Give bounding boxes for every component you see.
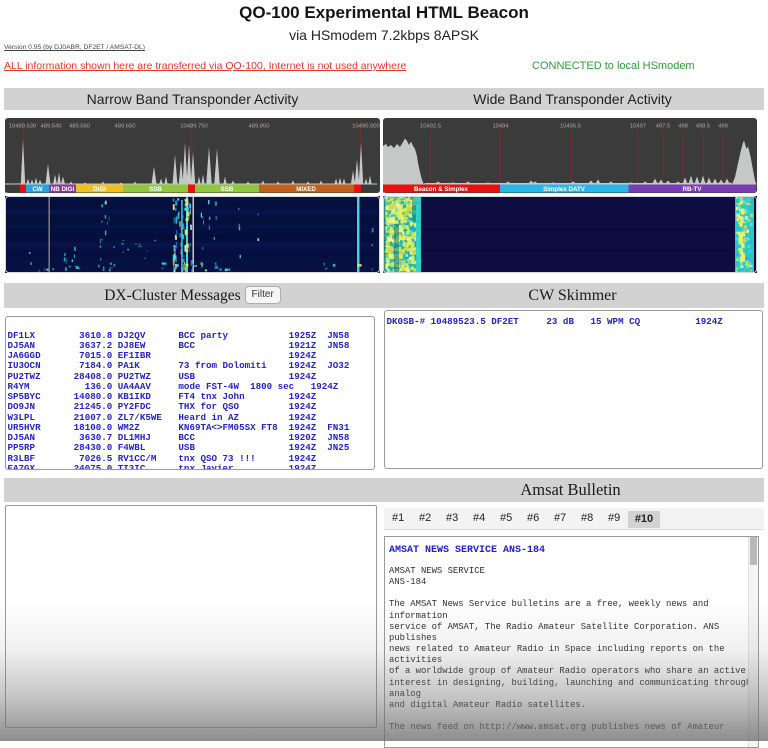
svg-text:10489.530: 10489.530: [9, 124, 36, 130]
svg-text:10495.5: 10495.5: [560, 124, 581, 130]
svg-text:DIGI: DIGI: [93, 186, 106, 193]
svg-text:498: 498: [678, 124, 688, 130]
svg-text:499: 499: [718, 124, 728, 130]
svg-text:489.560: 489.560: [69, 124, 90, 130]
svg-text:NB DIGI: NB DIGI: [51, 186, 75, 193]
svg-text:497.5: 497.5: [656, 124, 671, 130]
svg-text:Simplex DATV: Simplex DATV: [543, 186, 586, 193]
svg-text:SSB: SSB: [149, 186, 162, 193]
svg-text:RB-TV: RB-TV: [683, 186, 703, 193]
svg-text:498.5: 498.5: [696, 124, 711, 130]
svg-text:10494: 10494: [492, 124, 509, 130]
svg-text:10492.5: 10492.5: [420, 124, 441, 130]
svg-text:489.650: 489.650: [115, 124, 136, 130]
svg-text:CW: CW: [32, 186, 42, 193]
svg-text:489.540: 489.540: [41, 124, 62, 130]
svg-text:10489.750: 10489.750: [180, 124, 207, 130]
svg-text:489.850: 489.850: [249, 124, 270, 130]
svg-text:SSB: SSB: [221, 186, 234, 193]
svg-text:10490.000: 10490.000: [352, 124, 379, 130]
svg-text:MIXED: MIXED: [296, 186, 316, 193]
svg-text:Beacon & Simplex: Beacon & Simplex: [414, 186, 469, 193]
svg-text:10497: 10497: [630, 124, 646, 130]
